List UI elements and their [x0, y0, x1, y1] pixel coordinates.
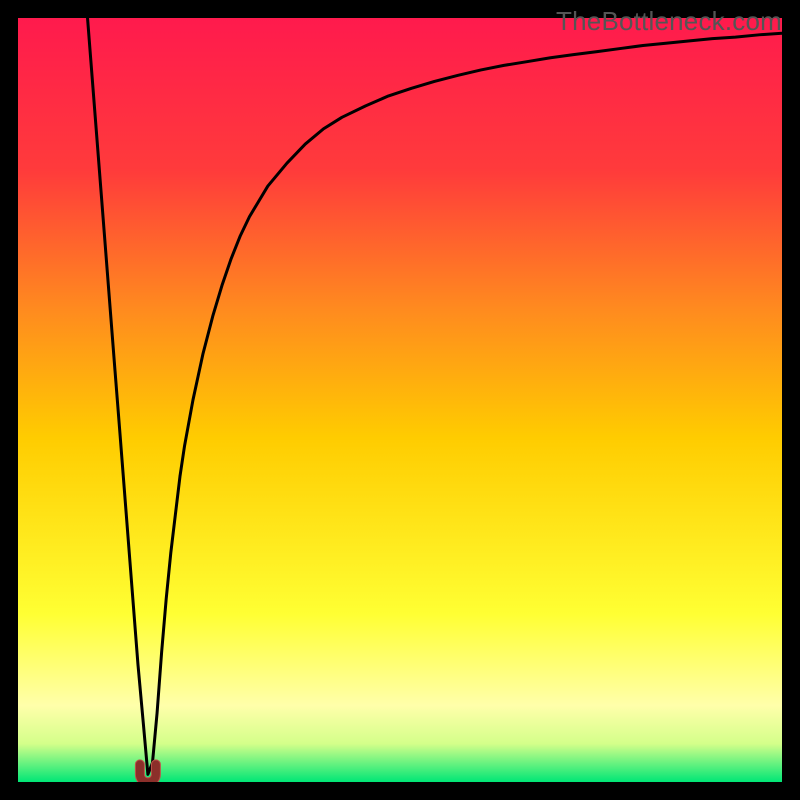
bottleneck-chart	[18, 18, 782, 782]
gradient-background	[18, 18, 782, 782]
chart-frame: TheBottleneck.com	[0, 0, 800, 800]
plot-area	[18, 18, 782, 782]
watermark-text: TheBottleneck.com	[556, 6, 782, 37]
